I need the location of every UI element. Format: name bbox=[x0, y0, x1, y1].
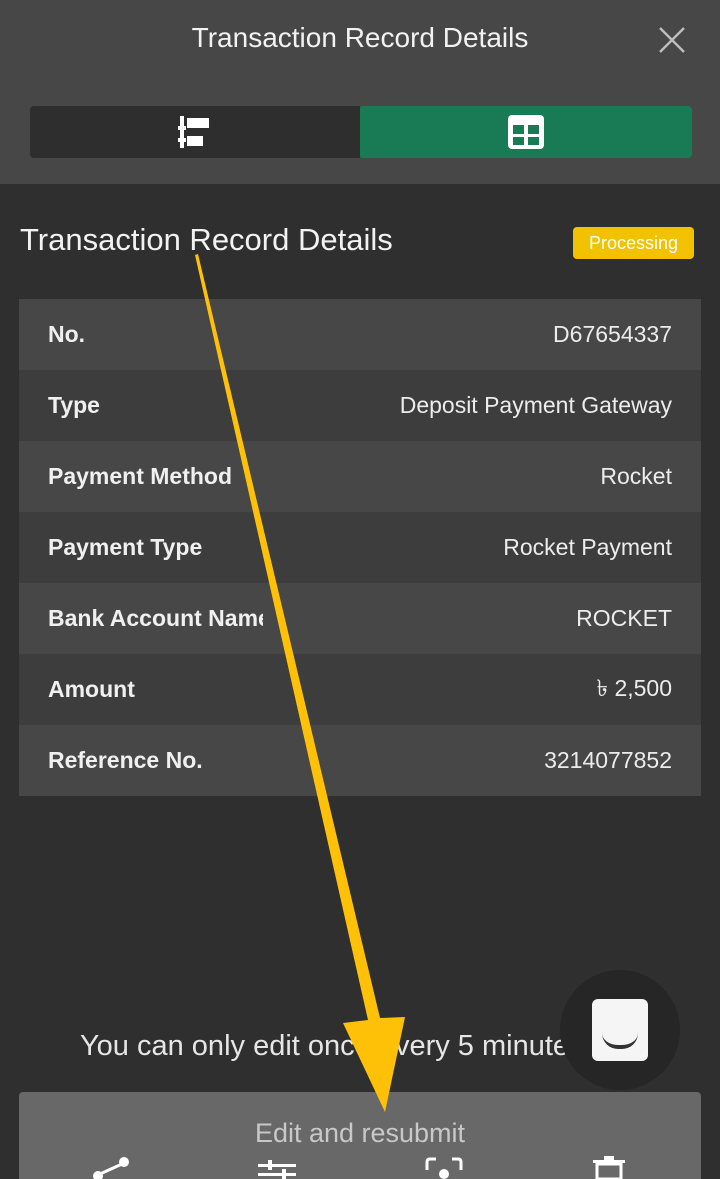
row-value: ROCKET bbox=[576, 605, 672, 631]
row-label: No. bbox=[48, 321, 86, 347]
detail-row-type: Type Deposit Payment Gateway bbox=[19, 370, 701, 441]
chat-icon bbox=[592, 999, 648, 1061]
row-label: Amount bbox=[48, 676, 135, 702]
grid-view-tab[interactable] bbox=[360, 106, 692, 158]
grid-view-icon bbox=[508, 115, 544, 149]
detail-row-amount: Amount ৳ 2,500 bbox=[19, 654, 701, 725]
row-value: 3214077852 bbox=[544, 747, 672, 773]
page-title: Transaction Record Details bbox=[191, 22, 529, 53]
detail-row-bank-account-name: Bank Account Name ROCKET bbox=[19, 583, 701, 654]
edit-limit-notice: You can only edit once every 5 minutes bbox=[80, 1030, 570, 1062]
record-title: Transaction Record Details bbox=[20, 222, 393, 257]
row-value: D67654337 bbox=[553, 321, 672, 347]
detail-row-payment-method: Payment Method Rocket bbox=[19, 441, 701, 512]
detail-row-payment-type: Payment Type Rocket Payment bbox=[19, 512, 701, 583]
list-view-icon bbox=[178, 116, 209, 148]
row-value: ৳ 2,500 bbox=[596, 675, 672, 701]
list-view-tab[interactable] bbox=[30, 106, 360, 158]
row-label: Payment Method bbox=[48, 463, 233, 489]
row-value: Rocket Payment bbox=[503, 534, 672, 560]
detail-row-no: No. D67654337 bbox=[19, 299, 701, 370]
share-icon[interactable] bbox=[92, 1156, 132, 1179]
screenshot-icon[interactable] bbox=[424, 1156, 464, 1179]
delete-icon[interactable] bbox=[590, 1156, 630, 1179]
row-label: Type bbox=[48, 392, 100, 418]
row-value: Deposit Payment Gateway bbox=[399, 392, 672, 418]
row-label: Payment Type bbox=[48, 534, 203, 560]
row-value: Rocket bbox=[600, 463, 672, 489]
row-label: Reference No. bbox=[48, 747, 203, 773]
detail-row-reference-no: Reference No. 3214077852 bbox=[19, 725, 701, 796]
adjust-icon[interactable] bbox=[258, 1156, 298, 1179]
bottom-toolbar bbox=[0, 1156, 720, 1179]
chat-support-button[interactable] bbox=[560, 970, 680, 1090]
status-badge: Processing bbox=[573, 227, 694, 259]
detail-table: No. D67654337 Type Deposit Payment Gatew… bbox=[19, 299, 701, 796]
close-icon[interactable] bbox=[652, 20, 692, 60]
row-label: Bank Account Name bbox=[48, 605, 263, 631]
header: Transaction Record Details bbox=[0, 0, 720, 184]
view-toggle bbox=[30, 106, 692, 158]
